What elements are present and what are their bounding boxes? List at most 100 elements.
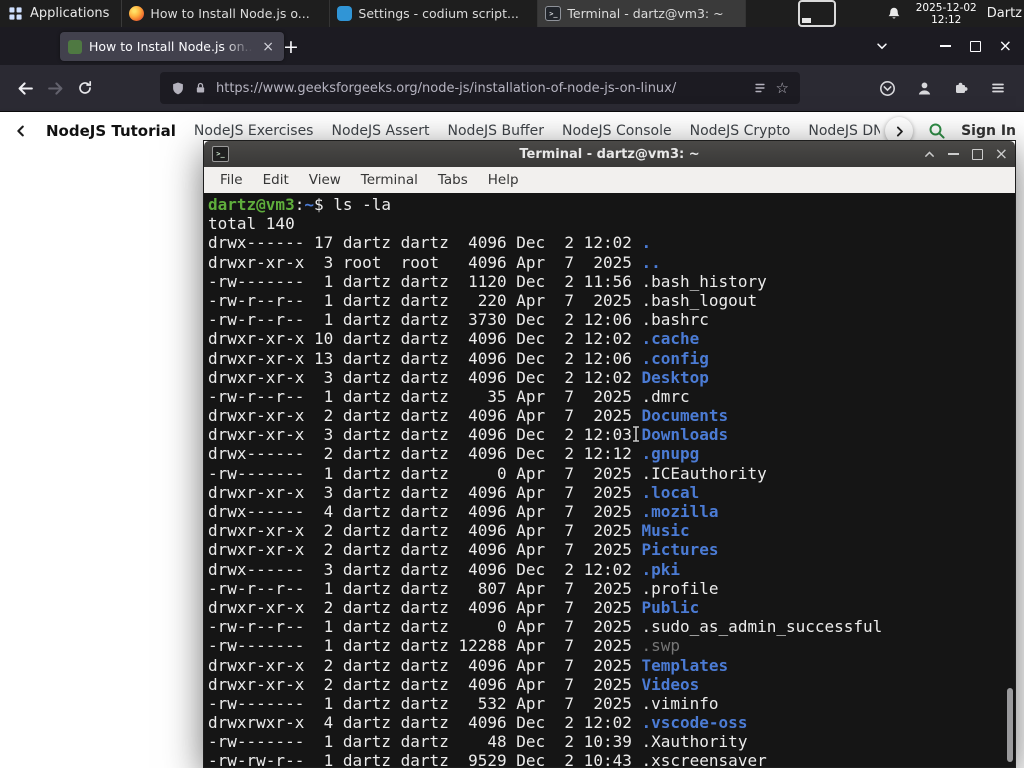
- terminal-line: drwxr-xr-x 10 dartz dartz 4096 Dec 2 12:…: [208, 329, 1015, 348]
- hamburger-menu-icon[interactable]: [984, 74, 1012, 102]
- file-meta: drwxr-xr-x 2 dartz dartz 4096 Apr 7 2025: [208, 674, 642, 694]
- file-name: .bash_history: [641, 271, 767, 291]
- terminal-line: drwx------ 3 dartz dartz 4096 Dec 2 12:0…: [208, 560, 1015, 579]
- terminal-window: >_ Terminal - dartz@vm3: ~ × File Edit Vie…: [203, 140, 1016, 768]
- terminal-window-controls: ×: [923, 141, 1008, 167]
- terminal-app-icon: >_: [212, 146, 229, 162]
- browser-tab[interactable]: How to Install Node.js on... ×: [60, 32, 284, 61]
- menu-terminal[interactable]: Terminal: [351, 172, 428, 188]
- clock-time: 12:12: [931, 13, 962, 26]
- url-bar[interactable]: https://www.geeksforgeeks.org/node-js/in…: [160, 72, 800, 104]
- toolbar-right: [873, 74, 1012, 102]
- shade-chevron-up-icon[interactable]: [923, 148, 937, 161]
- terminal-line: drwxr-xr-x 2 dartz dartz 4096 Apr 7 2025…: [208, 598, 1015, 617]
- file-name: .dmrc: [641, 386, 690, 406]
- file-name: .swp: [641, 636, 681, 656]
- window-close-icon[interactable]: ×: [999, 38, 1012, 54]
- bookmark-star-icon[interactable]: ☆: [776, 79, 789, 97]
- file-name: .config: [641, 348, 709, 368]
- extensions-puzzle-icon[interactable]: [947, 74, 975, 102]
- forward-button[interactable]: [40, 73, 70, 103]
- site-nav-link[interactable]: NodeJS Buffer: [448, 123, 545, 139]
- file-meta: -rw-rw-r-- 1 dartz dartz 9529 Dec 2 10:4…: [208, 751, 642, 767]
- taskbar-button[interactable]: >_ Terminal - dartz@vm3: ~: [538, 0, 747, 27]
- file-name: .viminfo: [641, 693, 719, 713]
- file-meta: drwx------ 2 dartz dartz 4096 Dec 2 12:1…: [208, 444, 642, 464]
- menu-tabs[interactable]: Tabs: [428, 172, 478, 188]
- terminal-menubar: File Edit View Terminal Tabs Help: [204, 167, 1015, 194]
- terminal-scrollbar[interactable]: [1005, 193, 1015, 767]
- prompt-path: ~: [304, 195, 314, 214]
- terminal-content[interactable]: dartz@vm3:~$ ls -la total 140 drwx------ …: [204, 193, 1015, 767]
- terminal-line: drwxr-xr-x 3 root root 4096 Apr 7 2025 .…: [208, 253, 1015, 272]
- terminal-minimize-icon[interactable]: [947, 153, 961, 155]
- tabs-list-chevron-icon[interactable]: [875, 39, 889, 53]
- tab-close-icon[interactable]: ×: [260, 40, 276, 54]
- terminal-line: drwx------ 17 dartz dartz 4096 Dec 2 12:…: [208, 233, 1015, 252]
- url-text: https://www.geeksforgeeks.org/node-js/in…: [216, 80, 677, 96]
- clock[interactable]: 2025-12-02 12:12: [916, 2, 977, 26]
- applications-menu-button[interactable]: Applications: [0, 0, 121, 27]
- file-name: Desktop: [641, 367, 709, 387]
- bell-icon[interactable]: [886, 6, 902, 22]
- file-name: Videos: [641, 674, 700, 694]
- codium-icon: [337, 6, 353, 21]
- browser-toolbar: https://www.geeksforgeeks.org/node-js/in…: [0, 65, 1024, 112]
- window-maximize-icon[interactable]: [969, 40, 983, 52]
- clock-date: 2025-12-02: [915, 1, 977, 14]
- terminal-line: -rw------- 1 dartz dartz 1120 Dec 2 11:5…: [208, 272, 1015, 291]
- file-meta: drwxr-xr-x 3 dartz dartz 4096 Dec 2 12:0…: [208, 425, 642, 445]
- search-icon[interactable]: [928, 122, 946, 140]
- terminal-titlebar[interactable]: >_ Terminal - dartz@vm3: ~ ×: [204, 141, 1015, 167]
- terminal-close-icon[interactable]: ×: [995, 146, 1008, 162]
- firefox-icon: [129, 6, 145, 21]
- taskbar-button[interactable]: Settings - codium script...: [330, 0, 539, 27]
- site-nav-link[interactable]: NodeJS Exercises: [194, 123, 314, 139]
- terminal-line: -rw------- 1 dartz dartz 0 Apr 7 2025 .I…: [208, 464, 1015, 483]
- back-button[interactable]: [10, 73, 40, 103]
- prompt-suffix: $: [313, 195, 334, 214]
- file-meta: -rw-r--r-- 1 dartz dartz 807 Apr 7 2025: [208, 578, 642, 598]
- file-meta: drwxrwxr-x 4 dartz dartz 4096 Dec 2 12:0…: [208, 713, 642, 733]
- lock-icon[interactable]: [194, 81, 207, 95]
- file-meta: drwx------ 4 dartz dartz 4096 Apr 7 2025: [208, 502, 642, 521]
- menu-edit[interactable]: Edit: [253, 172, 299, 188]
- pocket-icon[interactable]: [873, 74, 901, 102]
- terminal-line: total 140: [208, 214, 295, 234]
- desktop: Applications How to Install Node.js o...…: [0, 0, 1024, 768]
- menu-view[interactable]: View: [299, 172, 351, 188]
- site-favicon: [68, 39, 82, 54]
- reader-view-icon[interactable]: [753, 81, 767, 95]
- file-name: Music: [641, 521, 690, 541]
- scrollbar-thumb[interactable]: [1007, 688, 1013, 762]
- file-meta: drwxr-xr-x 3 dartz dartz 4096 Dec 2 12:0…: [208, 367, 642, 387]
- file-meta: -rw------- 1 dartz dartz 12288 Apr 7 202…: [208, 636, 642, 656]
- file-name: .: [641, 233, 652, 253]
- site-nav-link[interactable]: NodeJS Tutorial: [46, 122, 176, 140]
- tray-window-icon[interactable]: [798, 0, 837, 27]
- terminal-line: -rw-r--r-- 1 dartz dartz 35 Apr 7 2025 .…: [208, 387, 1015, 406]
- file-name: ..: [641, 252, 661, 272]
- menu-file[interactable]: File: [210, 172, 253, 188]
- file-meta: drwxr-xr-x 3 dartz dartz 4096 Apr 7 2025: [208, 482, 642, 502]
- shield-icon[interactable]: [171, 81, 185, 96]
- top-panel: Applications How to Install Node.js o...…: [0, 0, 1024, 27]
- site-nav-link[interactable]: NodeJS Crypto: [690, 123, 791, 139]
- file-name: .vscode-oss: [641, 713, 748, 733]
- terminal-line: drwxr-xr-x 3 dartz dartz 4096 Apr 7 2025…: [208, 483, 1015, 502]
- sign-in-link[interactable]: Sign In: [961, 123, 1016, 139]
- reload-button[interactable]: [70, 73, 100, 103]
- terminal-line: -rw------- 1 dartz dartz 12288 Apr 7 202…: [208, 636, 1015, 655]
- terminal-maximize-icon[interactable]: [971, 148, 985, 160]
- menu-help[interactable]: Help: [478, 172, 529, 188]
- account-icon[interactable]: [910, 74, 938, 102]
- file-meta: drwxr-xr-x 2 dartz dartz 4096 Apr 7 2025: [208, 406, 642, 426]
- window-minimize-icon[interactable]: [939, 45, 953, 47]
- site-nav-link[interactable]: NodeJS Console: [562, 123, 672, 139]
- site-nav-link[interactable]: NodeJS Assert: [331, 123, 429, 139]
- terminal-line: drwxr-xr-x 2 dartz dartz 4096 Apr 7 2025…: [208, 540, 1015, 559]
- taskbar-button[interactable]: How to Install Node.js o...: [122, 0, 331, 27]
- file-name: Documents: [641, 406, 729, 426]
- new-tab-button[interactable]: +: [278, 34, 304, 60]
- chevron-left-icon[interactable]: [14, 124, 28, 138]
